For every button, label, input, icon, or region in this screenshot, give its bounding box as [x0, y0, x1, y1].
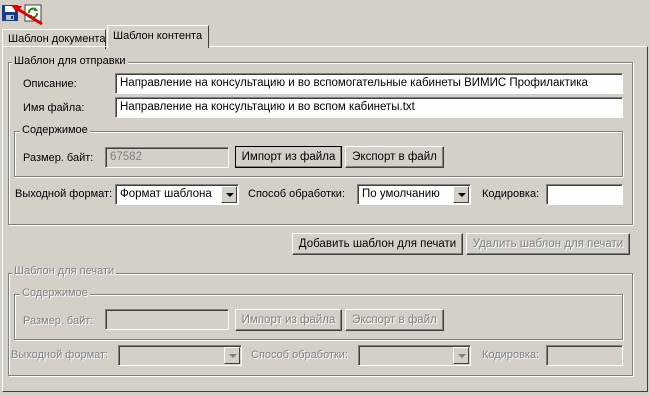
chevron-down-icon[interactable] — [453, 186, 469, 203]
tab-label: Шаблон контента — [113, 30, 203, 42]
toolbar — [0, 0, 650, 26]
print-size-label: Размер. байт: — [23, 315, 94, 327]
add-print-template-button[interactable]: Добавить шаблон для печати — [292, 233, 463, 255]
output-format-value: Формат шаблона — [120, 188, 212, 200]
print-content-legend: Содержимое — [20, 287, 90, 299]
size-label: Размер. байт: — [23, 152, 94, 164]
print-import-file-button: Импорт из файла — [235, 309, 342, 331]
print-processing-select — [358, 345, 471, 366]
processing-label: Способ обработки: — [248, 188, 345, 200]
print-encoding-label: Кодировка: — [482, 349, 540, 361]
send-template-legend: Шаблон для отправки — [12, 55, 128, 67]
tab-label: Шаблон документа — [8, 33, 106, 45]
processing-select[interactable]: По умолчанию — [357, 184, 471, 205]
send-content-legend: Содержимое — [20, 124, 90, 136]
tab-strip: Шаблон документа Шаблон контента — [0, 25, 650, 49]
print-output-format-select — [118, 345, 242, 366]
remove-print-template-button: Удалить шаблон для печати — [466, 233, 630, 255]
output-format-select[interactable]: Формат шаблона — [115, 184, 239, 205]
encoding-label: Кодировка: — [482, 188, 540, 200]
filename-input[interactable]: Направление на консультацию и во вспом к… — [115, 97, 623, 118]
chevron-down-icon — [453, 347, 469, 364]
output-format-label: Выходной формат: — [15, 188, 113, 200]
filename-label: Имя файла: — [23, 102, 85, 114]
size-field: 67582 — [105, 147, 229, 168]
chevron-down-icon — [224, 347, 240, 364]
encoding-input[interactable] — [546, 184, 623, 205]
print-export-file-button: Экспорт в файл — [345, 309, 444, 331]
print-template-legend: Шаблон для печати — [12, 265, 117, 277]
print-size-field — [105, 309, 229, 330]
red-arrow-icon — [11, 5, 43, 26]
print-encoding-input — [546, 345, 623, 366]
print-output-format-label: Выходной формат: — [11, 349, 109, 361]
import-file-button[interactable]: Импорт из файла — [235, 146, 342, 168]
description-label: Описание: — [23, 78, 77, 90]
processing-value: По умолчанию — [362, 188, 440, 200]
print-processing-label: Способ обработки: — [251, 349, 348, 361]
chevron-down-icon[interactable] — [221, 186, 237, 203]
description-input[interactable]: Направление на консультацию и во вспомог… — [115, 73, 623, 94]
export-file-button[interactable]: Экспорт в файл — [345, 146, 444, 168]
tab-content-template[interactable]: Шаблон контента — [107, 25, 209, 48]
